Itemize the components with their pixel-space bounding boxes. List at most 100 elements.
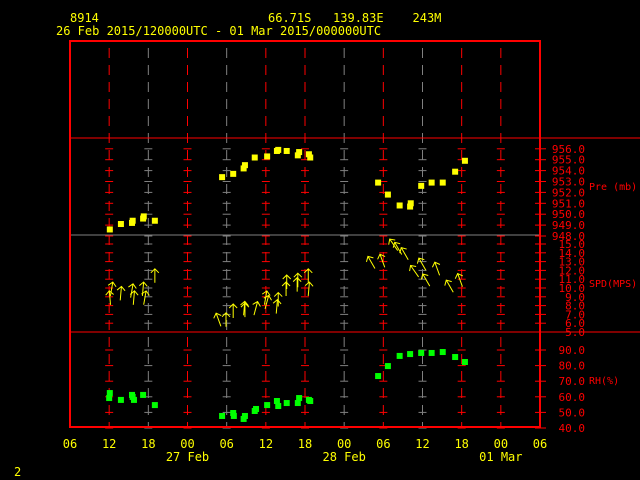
x-tick-label: 00 (180, 437, 194, 451)
pressure-point (283, 147, 290, 154)
pressure-point (418, 182, 425, 189)
wind-arrow (304, 281, 314, 297)
y-tick-label: 80.0 (559, 360, 586, 373)
x-tick-label: 18 (454, 437, 468, 451)
pressure-point (241, 162, 248, 169)
pressure-point (296, 149, 303, 156)
rh-point (307, 398, 314, 405)
pressure-point (461, 157, 468, 164)
pressure-point (375, 179, 382, 186)
pressure-point (117, 221, 124, 228)
pressure-point (230, 170, 237, 177)
wind-arrow (431, 261, 441, 276)
rh-point (130, 396, 137, 403)
y-tick-label: 40.0 (559, 422, 586, 435)
wind-arrow (105, 290, 114, 305)
rh-point (396, 352, 403, 359)
date-label: 01 Mar (479, 450, 522, 464)
y-axis-label: RH(%) (589, 376, 619, 387)
plot-frame (69, 40, 541, 428)
y-tick-label: 90.0 (559, 344, 586, 357)
pressure-point (407, 200, 414, 207)
time-period: 26 Feb 2015/120000UTC - 01 Mar 2015/0000… (56, 24, 381, 38)
meteogram-chart: 8914 66.71S 139.83E 243M 26 Feb 2015/120… (14, 11, 640, 479)
wind-arrow (292, 276, 302, 292)
pressure-point (106, 226, 113, 233)
x-tick-label: 12 (102, 437, 116, 451)
pressure-point (140, 213, 147, 220)
wind-arrow (399, 246, 409, 260)
pressure-point (428, 179, 435, 186)
wind-arrow (454, 272, 463, 287)
x-tick-label: 12 (259, 437, 273, 451)
rh-point (296, 395, 303, 402)
y-axis-label: Pre (mb) (589, 182, 637, 193)
rh-point (461, 359, 468, 366)
station-id: 8914 (70, 11, 99, 25)
rh-point (418, 349, 425, 356)
date-label: 28 Feb (322, 450, 365, 464)
rh-point (439, 349, 446, 356)
date-label: 27 Feb (166, 450, 209, 464)
wind-arrow (273, 291, 283, 307)
y-tick-label: 70.0 (559, 375, 586, 388)
y-tick-label: 60.0 (559, 391, 586, 404)
pressure-point (151, 217, 158, 224)
wind-arrow (444, 279, 454, 293)
rh-point (140, 391, 147, 398)
wind-arrow (129, 290, 139, 305)
wind-arrow (228, 303, 238, 318)
y-tick-label: 50.0 (559, 406, 586, 419)
pressure-point (129, 217, 136, 224)
pressure-point (307, 154, 314, 161)
wind-arrow (221, 312, 231, 327)
pressure-point (219, 174, 226, 181)
rh-point (273, 398, 280, 405)
rh-point (230, 412, 237, 419)
rh-point (117, 396, 124, 403)
rh-point (253, 405, 260, 412)
x-tick-label: 06 (533, 437, 547, 451)
wind-arrow (107, 281, 117, 296)
rh-point (151, 402, 158, 409)
y-axis-label: SPD(MPS) (589, 279, 637, 290)
rh-point (452, 354, 459, 361)
x-tick-label: 06 (63, 437, 77, 451)
pressure-point (275, 146, 282, 153)
pressure-point (396, 202, 403, 209)
rh-point (375, 373, 382, 380)
wind-arrow (420, 273, 431, 287)
pressure-point (251, 154, 258, 161)
rh-point (264, 402, 271, 409)
rh-point (407, 351, 414, 358)
rh-point (283, 400, 290, 407)
pressure-point (439, 179, 446, 186)
wind-arrow (377, 253, 386, 268)
rh-point (384, 363, 391, 370)
x-tick-label: 12 (415, 437, 429, 451)
rh-point (106, 395, 113, 402)
wind-arrow (409, 264, 420, 278)
wind-arrow (138, 281, 148, 297)
pressure-point (384, 191, 391, 198)
wind-arrow (272, 298, 282, 314)
rh-point (428, 349, 435, 356)
rh-point (219, 412, 226, 419)
wind-arrow (282, 274, 292, 289)
wind-arrow (128, 283, 137, 298)
wind-arrow (365, 255, 376, 269)
x-tick-label: 18 (298, 437, 312, 451)
pressure-point (452, 168, 459, 175)
x-tick-label: 18 (141, 437, 155, 451)
wind-arrow (150, 268, 160, 283)
pressure-point (264, 153, 271, 160)
wind-arrow (116, 285, 126, 301)
x-tick-label: 00 (337, 437, 351, 451)
wind-arrow (281, 281, 291, 296)
x-tick-label: 06 (376, 437, 390, 451)
station-location: 66.71S 139.83E 243M (268, 11, 441, 25)
wind-arrow (240, 302, 250, 318)
y-tick-label: 5.0 (565, 326, 585, 339)
page-number: 2 (14, 465, 21, 479)
wind-arrow (252, 300, 261, 316)
